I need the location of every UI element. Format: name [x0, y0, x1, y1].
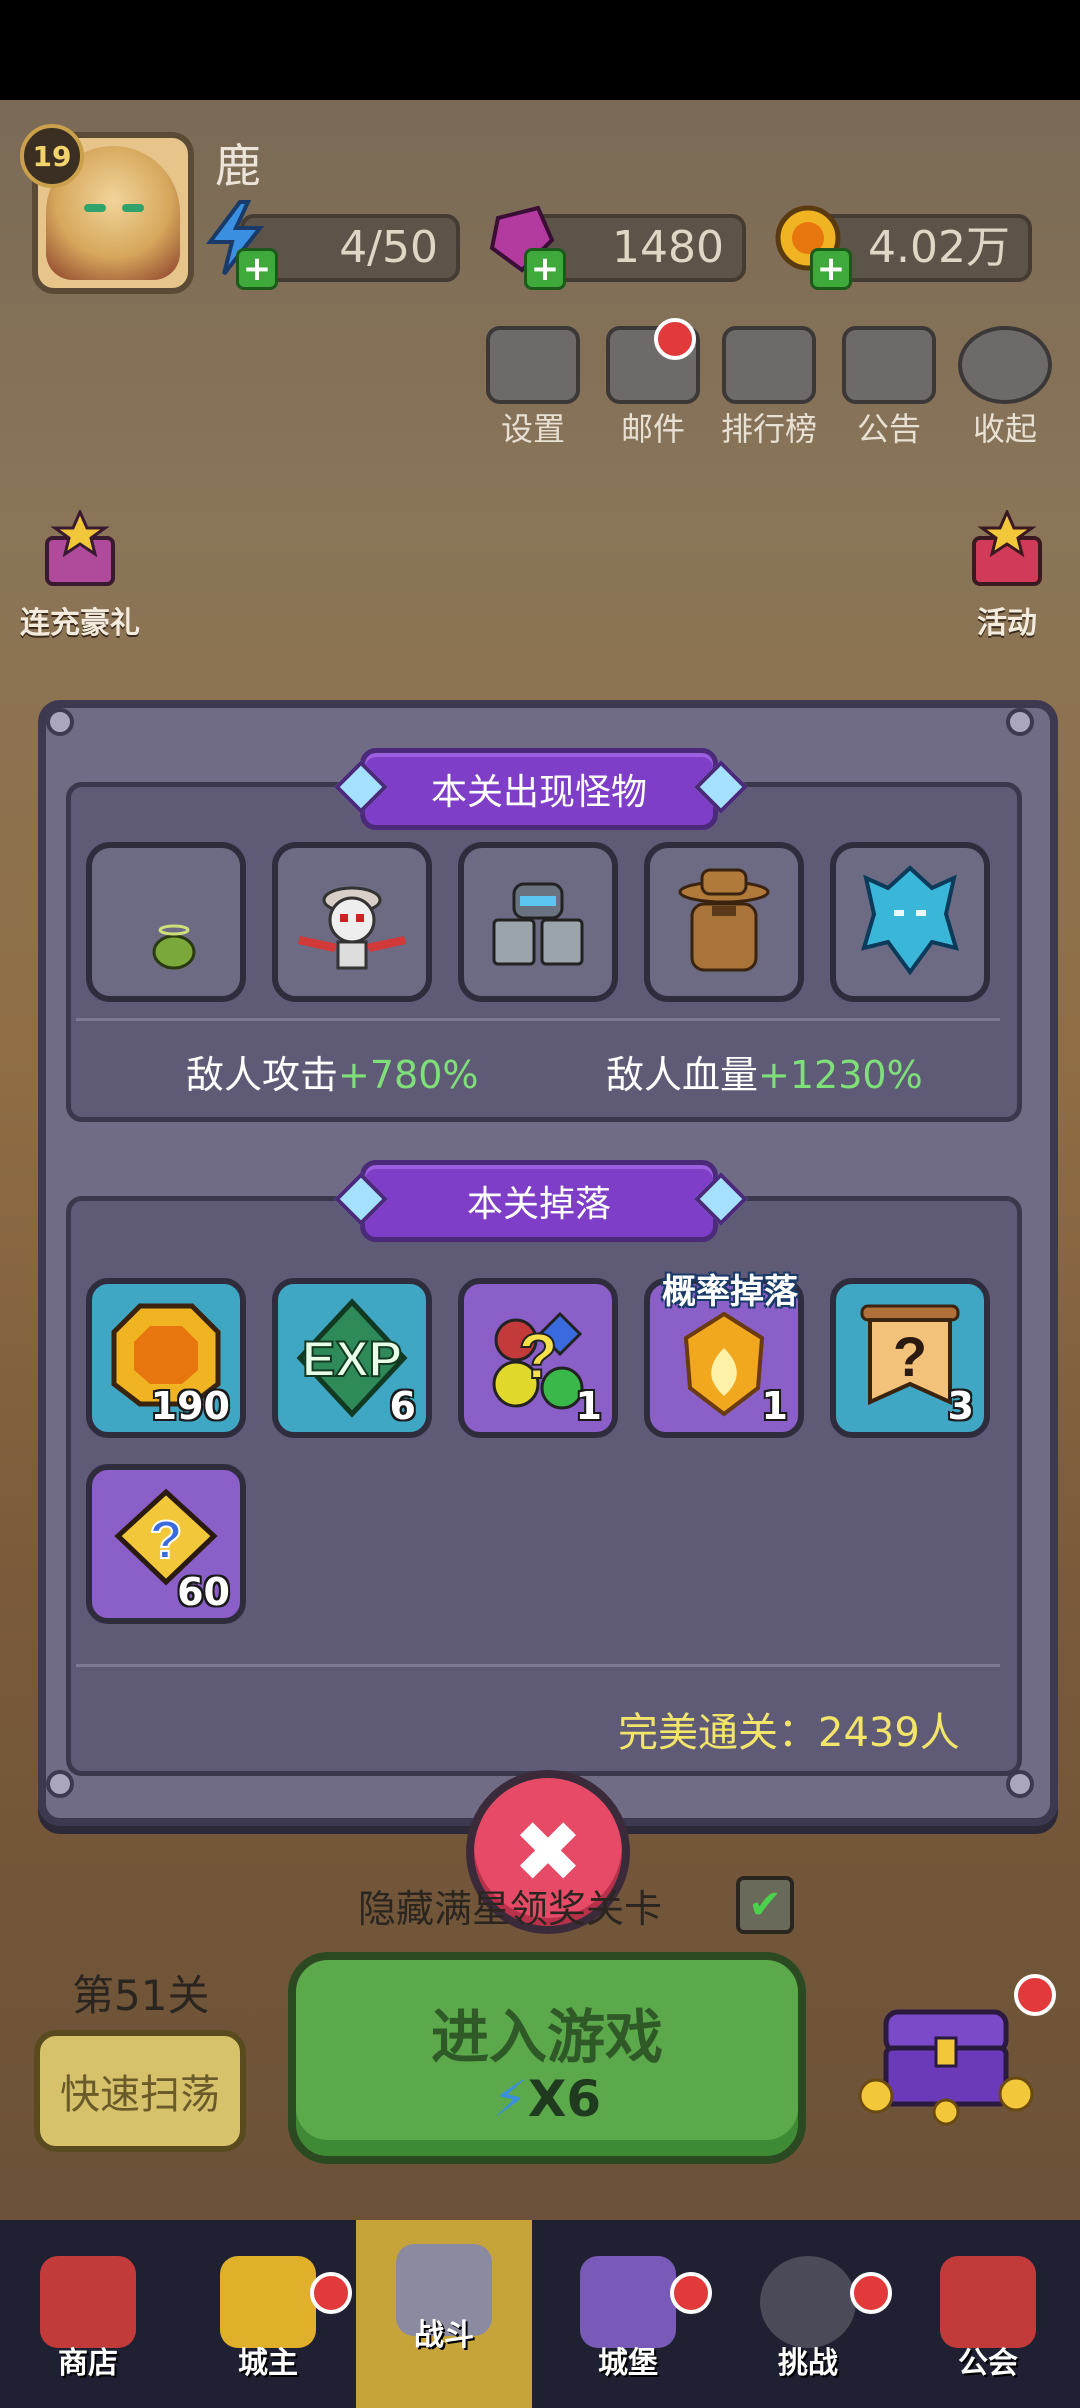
play-icon — [958, 326, 1052, 404]
drop-item-fire-crystal[interactable]: 概率掉落 1 — [644, 1272, 804, 1438]
bottom-nav: 商店 城主 战斗 城堡 挑战 公会 — [0, 2220, 1080, 2408]
drop-qty: 60 — [177, 1570, 230, 1614]
drop-item-puzzle[interactable]: ? 60 — [86, 1464, 246, 1624]
drops-title: 本关掉落 — [360, 1160, 718, 1242]
monster-slot[interactable] — [644, 842, 804, 1002]
enemy-hp-stat: 敌人血量+1230% — [606, 1053, 923, 1097]
enemy-hp-value: +1230% — [758, 1053, 923, 1097]
enemy-attack-value: +780% — [338, 1053, 479, 1097]
chest-notification-dot — [1014, 1974, 1056, 2016]
svg-text:?: ? — [893, 1325, 927, 1388]
perfect-clear-count: 完美通关：2439人 — [618, 1710, 960, 1756]
bar-chart-icon — [722, 326, 816, 404]
player-name: 鹿 — [215, 139, 261, 193]
divider — [76, 1664, 1000, 1667]
svg-text:?: ? — [518, 1320, 557, 1392]
quick-sweep-button[interactable]: 快速扫荡 — [34, 2030, 246, 2152]
guild-banner-icon — [940, 2256, 1036, 2348]
notification-dot — [670, 2272, 712, 2314]
enter-game-button[interactable]: 进入游戏 ⚡X6 — [288, 1952, 806, 2164]
announcement-button[interactable]: 公告 — [840, 326, 938, 450]
divider — [76, 1018, 1000, 1021]
cowboy-monster-icon — [678, 868, 770, 972]
recharge-gift-button[interactable]: 连充豪礼 — [10, 508, 150, 642]
monster-slot[interactable] — [86, 842, 246, 1002]
monster-slot[interactable] — [830, 842, 990, 1002]
skeleton-warrior-icon — [298, 886, 406, 970]
drop-qty: 190 — [150, 1384, 230, 1428]
drop-item-exp[interactable]: EXP 6 — [272, 1278, 432, 1438]
nav-shop[interactable]: 商店 — [0, 2220, 176, 2408]
corner-rivet — [46, 708, 74, 736]
gift-box-icon — [972, 508, 1042, 586]
energy-plus-button[interactable]: + — [236, 248, 278, 290]
slime-monster-icon — [152, 924, 196, 970]
monster-slot[interactable] — [272, 842, 432, 1002]
drop-qty: 6 — [389, 1384, 416, 1428]
leaderboard-button[interactable]: 排行榜 — [720, 326, 818, 450]
drop-qty: 1 — [761, 1384, 788, 1428]
collapse-button[interactable]: 收起 — [956, 326, 1054, 450]
svg-text:EXP: EXP — [302, 1331, 402, 1387]
notification-dot — [310, 2272, 352, 2314]
nav-castle[interactable]: 城堡 — [540, 2220, 716, 2408]
enter-game-label: 进入游戏 — [430, 2003, 663, 2071]
gift-icon — [45, 508, 115, 586]
drop-qty: 1 — [575, 1384, 602, 1428]
enter-game-cost: ⚡X6 — [492, 2070, 602, 2128]
stage-number: 第51关 — [72, 1971, 210, 2020]
monster-slot[interactable] — [458, 842, 618, 1002]
nav-challenge[interactable]: 挑战 — [720, 2220, 896, 2408]
lightning-icon: ⚡ — [492, 2070, 528, 2128]
corner-rivet — [1006, 708, 1034, 736]
drop-item-mystery-gems[interactable]: ? 1 — [458, 1278, 618, 1438]
drop-qty: 3 — [947, 1384, 974, 1428]
demon-face-icon — [760, 2256, 856, 2348]
corner-rivet — [46, 1770, 74, 1798]
nav-guild[interactable]: 公会 — [900, 2220, 1076, 2408]
enemy-attack-stat: 敌人攻击+780% — [186, 1053, 479, 1097]
gold-plus-button[interactable]: + — [810, 248, 852, 290]
hide-completed-stages-label: 隐藏满星领奖关卡 — [358, 1887, 663, 1931]
monsters-title: 本关出现怪物 — [360, 748, 718, 830]
castle-icon — [580, 2256, 676, 2348]
gem-plus-button[interactable]: + — [524, 248, 566, 290]
notification-dot — [850, 2272, 892, 2314]
nav-lord[interactable]: 城主 — [180, 2220, 356, 2408]
crown-icon — [220, 2256, 316, 2348]
gear-icon — [486, 326, 580, 404]
robot-monster-icon — [492, 882, 584, 966]
megaphone-icon — [842, 326, 936, 404]
level-badge: 19 — [20, 124, 84, 188]
settings-button[interactable]: 设置 — [484, 326, 582, 450]
nav-battle[interactable]: 战斗 — [356, 2220, 532, 2408]
status-bar — [0, 0, 1080, 100]
hide-completed-stages-checkbox[interactable]: ✔ — [736, 1876, 794, 1934]
shop-icon — [40, 2256, 136, 2348]
drop-item-gold[interactable]: 190 — [86, 1278, 246, 1438]
drop-item-scroll[interactable]: ? 3 — [830, 1278, 990, 1438]
mail-notification-dot — [654, 318, 696, 360]
ice-demon-icon — [861, 865, 959, 976]
activity-button[interactable]: 活动 — [942, 508, 1072, 642]
probability-drop-tag: 概率掉落 — [662, 1272, 798, 1312]
svg-text:?: ? — [150, 1510, 183, 1570]
